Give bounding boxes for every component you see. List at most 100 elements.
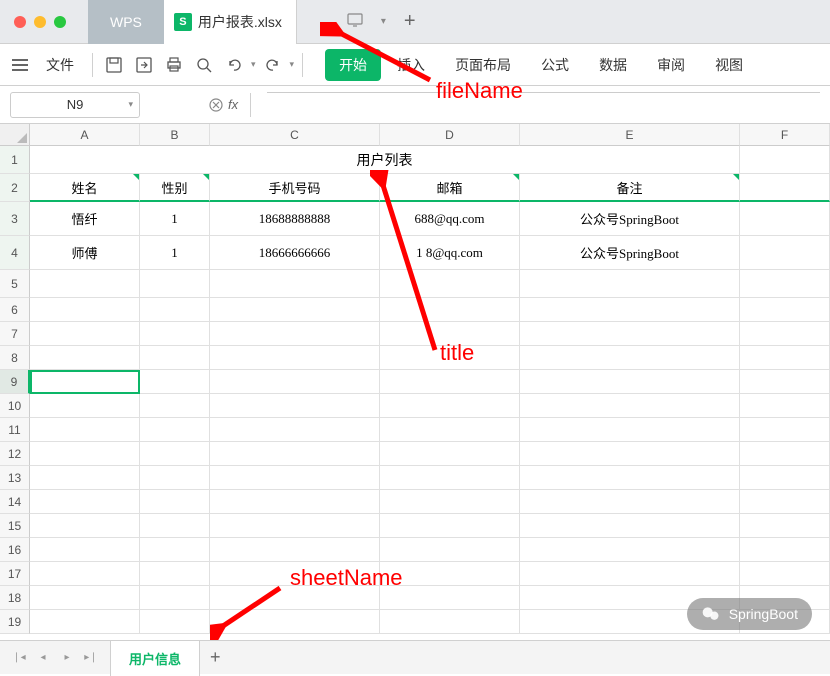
- col-header-E[interactable]: E: [520, 124, 740, 146]
- cell[interactable]: [380, 370, 520, 394]
- cell[interactable]: [380, 298, 520, 322]
- sheet-nav-next-icon[interactable]: ▸: [56, 647, 78, 669]
- cell[interactable]: [210, 538, 380, 562]
- select-all-corner[interactable]: [0, 124, 30, 146]
- display-mode-icon[interactable]: [347, 13, 363, 30]
- row-header-8[interactable]: 8: [0, 346, 30, 370]
- redo-icon[interactable]: [260, 52, 286, 78]
- cell[interactable]: [30, 466, 140, 490]
- tab-start[interactable]: 开始: [325, 49, 381, 81]
- wps-home-tab[interactable]: WPS: [88, 0, 164, 44]
- cell[interactable]: [740, 174, 830, 202]
- cell[interactable]: [140, 562, 210, 586]
- minimize-window-icon[interactable]: [34, 16, 46, 28]
- cell[interactable]: [210, 466, 380, 490]
- cell[interactable]: [30, 322, 140, 346]
- cell[interactable]: [380, 538, 520, 562]
- cell[interactable]: [210, 270, 380, 298]
- cell[interactable]: [30, 490, 140, 514]
- cell[interactable]: [210, 610, 380, 634]
- col-header-D[interactable]: D: [380, 124, 520, 146]
- cell[interactable]: [740, 236, 830, 270]
- cell[interactable]: [210, 586, 380, 610]
- cell[interactable]: [740, 466, 830, 490]
- cell[interactable]: [140, 610, 210, 634]
- cell[interactable]: [520, 270, 740, 298]
- cell[interactable]: [30, 370, 140, 394]
- cell[interactable]: [30, 610, 140, 634]
- tab-formulas[interactable]: 公式: [527, 49, 583, 81]
- cell[interactable]: [140, 586, 210, 610]
- row-header-11[interactable]: 11: [0, 418, 30, 442]
- sheet-nav-prev-icon[interactable]: ◂: [32, 647, 54, 669]
- cell[interactable]: [740, 418, 830, 442]
- undo-dropdown-icon[interactable]: ▾: [251, 59, 256, 70]
- cell[interactable]: [740, 146, 830, 174]
- cell[interactable]: [140, 322, 210, 346]
- row-header-19[interactable]: 19: [0, 610, 30, 634]
- cell[interactable]: [520, 466, 740, 490]
- cell-phone[interactable]: 18666666666: [210, 236, 380, 270]
- cell[interactable]: [380, 270, 520, 298]
- merged-title-cell[interactable]: 用户列表: [30, 146, 740, 174]
- cell[interactable]: [140, 298, 210, 322]
- save-icon[interactable]: [101, 52, 127, 78]
- sheet-nav-first-icon[interactable]: ❘◂: [8, 647, 30, 669]
- cell[interactable]: [140, 270, 210, 298]
- row-header-13[interactable]: 13: [0, 466, 30, 490]
- cell[interactable]: [210, 442, 380, 466]
- cell[interactable]: [30, 346, 140, 370]
- cell[interactable]: [210, 562, 380, 586]
- cell[interactable]: [210, 514, 380, 538]
- cell[interactable]: [210, 418, 380, 442]
- fx-icon[interactable]: fx: [228, 97, 238, 112]
- cell[interactable]: [210, 322, 380, 346]
- cell[interactable]: [520, 298, 740, 322]
- print-icon[interactable]: [161, 52, 187, 78]
- cell[interactable]: [380, 466, 520, 490]
- cell[interactable]: [30, 270, 140, 298]
- cell[interactable]: [740, 298, 830, 322]
- row-header-5[interactable]: 5: [0, 270, 30, 298]
- maximize-window-icon[interactable]: [54, 16, 66, 28]
- cell[interactable]: [520, 370, 740, 394]
- cell[interactable]: [740, 346, 830, 370]
- cell[interactable]: [520, 442, 740, 466]
- cell[interactable]: [210, 346, 380, 370]
- cell-remark[interactable]: 公众号SpringBoot: [520, 202, 740, 236]
- cell-email[interactable]: 688@qq.com: [380, 202, 520, 236]
- header-gender[interactable]: 性别: [140, 174, 210, 202]
- print-preview-icon[interactable]: [191, 52, 217, 78]
- row-header-4[interactable]: 4: [0, 236, 30, 270]
- cell[interactable]: [380, 610, 520, 634]
- cell[interactable]: [140, 370, 210, 394]
- file-menu[interactable]: 文件: [36, 51, 84, 79]
- cell[interactable]: [740, 442, 830, 466]
- cell[interactable]: [520, 514, 740, 538]
- cell[interactable]: [30, 442, 140, 466]
- cell-remark[interactable]: 公众号SpringBoot: [520, 236, 740, 270]
- tab-review[interactable]: 审阅: [643, 49, 699, 81]
- cell[interactable]: [140, 514, 210, 538]
- cell[interactable]: [380, 586, 520, 610]
- cell[interactable]: [140, 418, 210, 442]
- cell[interactable]: [30, 394, 140, 418]
- header-email[interactable]: 邮箱: [380, 174, 520, 202]
- cell[interactable]: [740, 270, 830, 298]
- cell[interactable]: [740, 394, 830, 418]
- row-header-10[interactable]: 10: [0, 394, 30, 418]
- cell[interactable]: [520, 394, 740, 418]
- save-as-icon[interactable]: [131, 52, 157, 78]
- cell[interactable]: [740, 490, 830, 514]
- cell[interactable]: [140, 394, 210, 418]
- cell[interactable]: [140, 442, 210, 466]
- cell[interactable]: [30, 562, 140, 586]
- cell[interactable]: [520, 418, 740, 442]
- cell[interactable]: [740, 322, 830, 346]
- cell-gender[interactable]: 1: [140, 202, 210, 236]
- cell[interactable]: [740, 370, 830, 394]
- cell-reference-box[interactable]: N9: [10, 92, 140, 118]
- row-header-6[interactable]: 6: [0, 298, 30, 322]
- cell[interactable]: [740, 562, 830, 586]
- sheet-tab-active[interactable]: 用户信息: [110, 640, 200, 676]
